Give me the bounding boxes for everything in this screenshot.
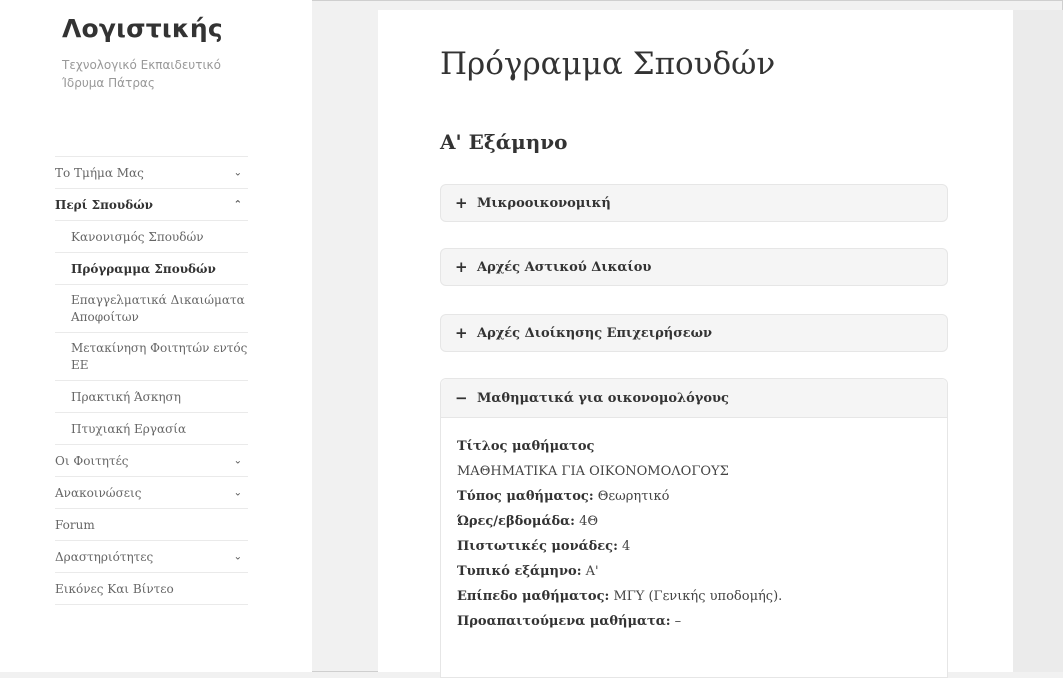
nav-item-label: Πτυχιακή Εργασία [71, 421, 187, 436]
nav-item-media[interactable]: Εικόνες Και Βίντεο [55, 573, 248, 605]
nav-item-label: Πρακτική Άσκηση [71, 389, 181, 404]
plus-icon: + [455, 194, 468, 212]
nav-item-label: Forum [55, 517, 95, 532]
site-title[interactable]: Λογιστικής [62, 14, 223, 43]
course-hours-label: Ώρες/εβδομάδα: [457, 514, 575, 529]
site-description: Τεχνολογικό Εκπαιδευτικό Ίδρυμα Πάτρας [62, 58, 221, 90]
chevron-down-icon[interactable]: ⌄ [234, 551, 242, 562]
accordion-item-mathematics: − Μαθηματικά για οικονομολόγους Τίτλος μ… [440, 378, 948, 678]
nav-item-announcements[interactable]: Ανακοινώσεις ⌄ [55, 477, 248, 509]
right-gutter [1013, 10, 1063, 672]
accordion-label: Αρχές Διοίκησης Επιχειρήσεων [477, 325, 713, 341]
course-title-value-row: ΜΑΘΗΜΑΤΙΚΑ ΓΙΑ ΟΙΚΟΝΟΜΟΛΟΓΟΥΣ [457, 459, 931, 484]
course-semester-value: Α' [585, 564, 599, 579]
chevron-down-icon[interactable]: ⌄ [234, 487, 242, 498]
accordion-label: Αρχές Αστικού Δικαίου [477, 259, 652, 275]
accordion-label: Μικροοικονομική [477, 195, 611, 211]
course-type-row: Τύπος μαθήματος: Θεωρητικό [457, 484, 931, 509]
accordion-item-business-admin[interactable]: + Αρχές Διοίκησης Επιχειρήσεων [440, 314, 948, 352]
nav-item-label: Το Τμήμα Μας [55, 165, 144, 180]
course-details: Τίτλος μαθήματος ΜΑΘΗΜΑΤΙΚΑ ΓΙΑ ΟΙΚΟΝΟΜΟ… [441, 418, 947, 634]
nav-subitem-professional-rights[interactable]: Επαγγελματικά Δικαιώματα Αποφοίτων [55, 285, 248, 333]
course-semester-label: Τυπικό εξάμηνο: [457, 564, 582, 579]
course-title-row: Τίτλος μαθήματος [457, 434, 931, 459]
course-credits-value: 4 [622, 539, 631, 554]
course-type-label: Τύπος μαθήματος: [457, 489, 594, 504]
nav-item-label: Μετακίνηση Φοιτητών εντός ΕΕ [71, 340, 248, 372]
plus-icon: + [455, 258, 468, 276]
course-title-label: Τίτλος μαθήματος [457, 439, 595, 454]
accordion-header[interactable]: − Μαθηματικά για οικονομολόγους [441, 379, 947, 418]
nav-item-forum[interactable]: Forum [55, 509, 248, 541]
nav-item-label: Πρόγραμμα Σπουδών [71, 261, 216, 276]
nav-subitem-internship[interactable]: Πρακτική Άσκηση [55, 381, 248, 413]
nav-item-label: Δραστηριότητες [55, 549, 154, 564]
nav-item-label: Οι Φοιτητές [55, 453, 129, 468]
nav-item-label: Ανακοινώσεις [55, 485, 142, 500]
main-navigation: Το Τμήμα Μας ⌄ Περί Σπουδών ⌃ Κανονισμός… [55, 156, 248, 605]
nav-item-label: Επαγγελματικά Δικαιώματα Αποφοίτων [71, 292, 245, 324]
nav-subitem-thesis[interactable]: Πτυχιακή Εργασία [55, 413, 248, 445]
nav-item-students[interactable]: Οι Φοιτητές ⌄ [55, 445, 248, 477]
nav-item-studies[interactable]: Περί Σπουδών ⌃ [55, 189, 248, 221]
course-level-value: ΜΓΥ (Γενικής υποδομής). [613, 589, 783, 604]
chevron-down-icon[interactable]: ⌄ [234, 455, 242, 466]
course-prereq-row: Προαπαιτούμενα μαθήματα: – [457, 609, 931, 634]
course-hours-value: 4Θ [579, 514, 599, 529]
course-prereq-label: Προαπαιτούμενα μαθήματα: [457, 614, 671, 629]
course-credits-row: Πιστωτικές μονάδες: 4 [457, 534, 931, 559]
nav-item-label: Εικόνες Και Βίντεο [55, 581, 174, 596]
page-title: Πρόγραμμα Σπουδών [440, 46, 776, 82]
accordion-item-microeconomics[interactable]: + Μικροοικονομική [440, 184, 948, 222]
accordion-item-civil-law[interactable]: + Αρχές Αστικού Δικαίου [440, 248, 948, 286]
nav-item-label: Περί Σπουδών [55, 197, 153, 212]
course-credits-label: Πιστωτικές μονάδες: [457, 539, 618, 554]
nav-item-label: Κανονισμός Σπουδών [71, 229, 204, 244]
chevron-up-icon[interactable]: ⌃ [234, 199, 242, 210]
chevron-down-icon[interactable]: ⌄ [234, 167, 242, 178]
semester-heading: Α' Εξάμηνο [440, 130, 568, 154]
course-title-value: ΜΑΘΗΜΑΤΙΚΑ ΓΙΑ ΟΙΚΟΝΟΜΟΛΟΓΟΥΣ [457, 464, 729, 479]
course-type-value: Θεωρητικό [597, 489, 670, 504]
accordion-label: Μαθηματικά για οικονομολόγους [477, 390, 729, 406]
nav-item-department[interactable]: Το Τμήμα Μας ⌄ [55, 157, 248, 189]
nav-subitem-curriculum[interactable]: Πρόγραμμα Σπουδών [55, 253, 248, 285]
course-level-label: Επίπεδο μαθήματος: [457, 589, 610, 604]
minus-icon: − [455, 389, 468, 407]
plus-icon: + [455, 324, 468, 342]
sidebar: Λογιστικής Τεχνολογικό Εκπαιδευτικό Ίδρυ… [0, 0, 312, 672]
course-hours-row: Ώρες/εβδομάδα: 4Θ [457, 509, 931, 534]
main-content: Πρόγραμμα Σπουδών Α' Εξάμηνο + Μικροοικο… [378, 10, 1013, 678]
course-level-row: Επίπεδο μαθήματος: ΜΓΥ (Γενικής υποδομής… [457, 584, 931, 609]
nav-subitem-regulations[interactable]: Κανονισμός Σπουδών [55, 221, 248, 253]
nav-item-activities[interactable]: Δραστηριότητες ⌄ [55, 541, 248, 573]
nav-subitem-student-mobility[interactable]: Μετακίνηση Φοιτητών εντός ΕΕ [55, 333, 248, 381]
course-semester-row: Τυπικό εξάμηνο: Α' [457, 559, 931, 584]
course-prereq-value: – [674, 614, 682, 629]
